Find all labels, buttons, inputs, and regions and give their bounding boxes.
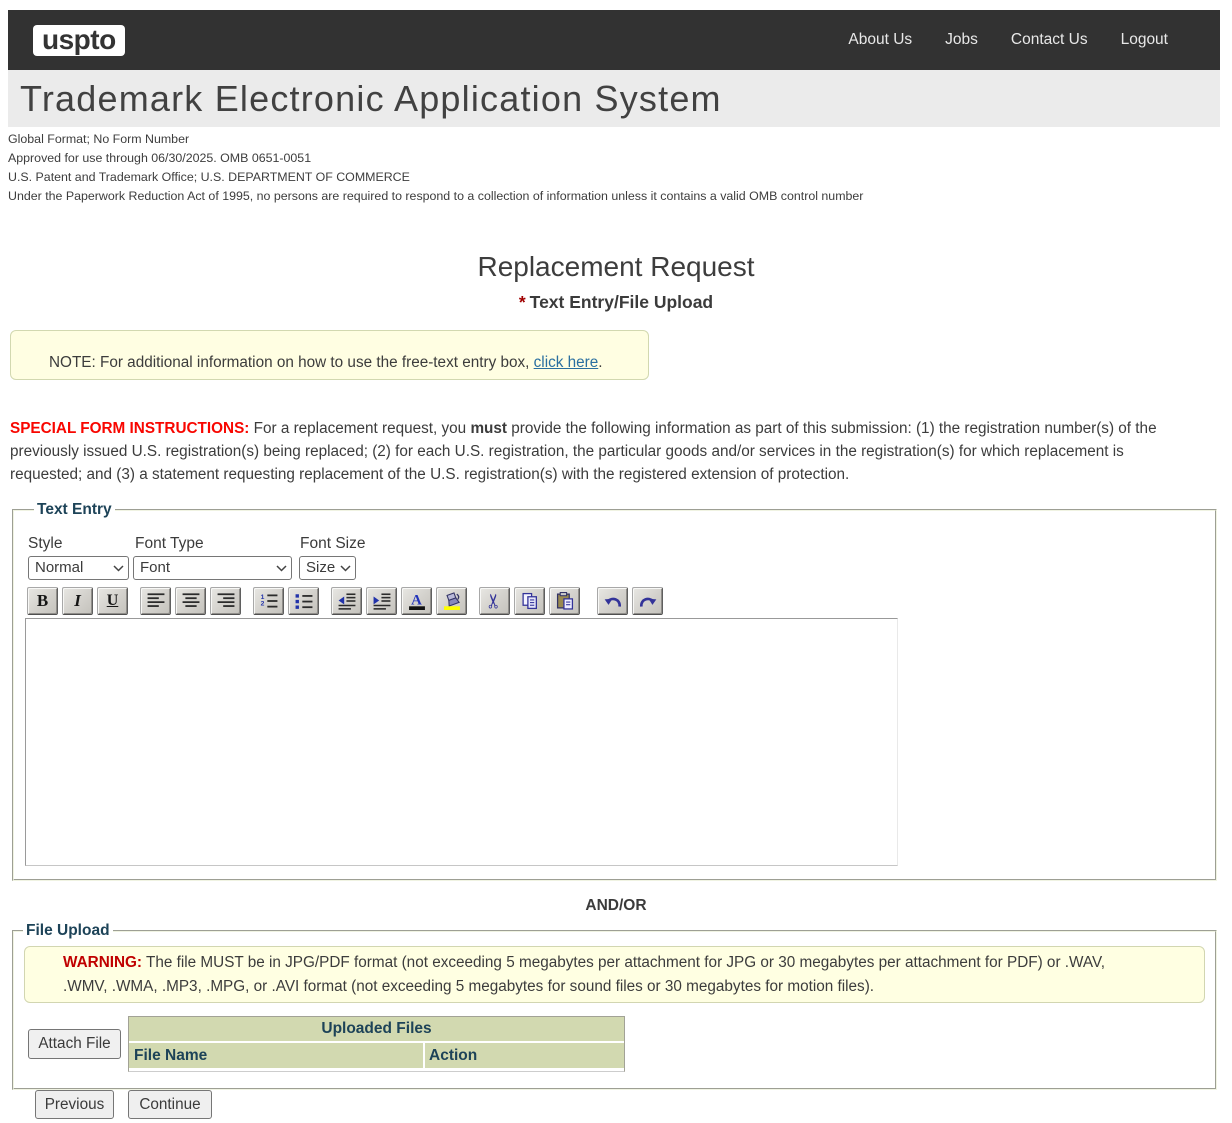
ordered-list-icon: 12 — [259, 592, 279, 610]
text-entry-fieldset: Text Entry StyleFont TypeFont Size Norma… — [12, 501, 1217, 881]
uspto-logo-text: uspto — [42, 24, 116, 56]
cut-icon: ✂ — [484, 593, 504, 610]
indent-button[interactable] — [366, 587, 397, 615]
page-subtitle-text: Text Entry/File Upload — [530, 292, 713, 312]
instructions-text-1: For a replacement request, you — [249, 420, 470, 437]
uploaded-files-header: Uploaded Files — [129, 1017, 624, 1041]
bold-button[interactable]: B — [27, 587, 58, 615]
font-size-label: Font Size — [300, 535, 365, 553]
bullet-list-button[interactable] — [288, 587, 319, 615]
paste-button[interactable] — [549, 587, 580, 615]
outdent-icon — [337, 592, 357, 610]
app-title: Trademark Electronic Application System — [8, 70, 1220, 120]
align-left-button[interactable] — [140, 587, 171, 615]
ordered-list-button[interactable]: 12 — [253, 587, 284, 615]
paste-icon — [555, 592, 575, 610]
align-left-icon — [146, 592, 166, 610]
meta-line-1: Global Format; No Form Number — [8, 130, 1232, 149]
editor-toolbar: B I U 12 A ✂ — [27, 587, 1215, 615]
indent-icon — [372, 592, 392, 610]
undo-button[interactable] — [597, 587, 628, 615]
align-right-icon — [216, 592, 236, 610]
warning-text: The file MUST be in JPG/PDF format (not … — [63, 954, 1105, 995]
special-instructions: SPECIAL FORM INSTRUCTIONS: For a replace… — [10, 417, 1178, 486]
file-upload-legend: File Upload — [23, 922, 113, 940]
note-text: NOTE: For additional information on how … — [49, 354, 534, 371]
top-navbar: uspto About Us Jobs Contact Us Logout — [8, 10, 1220, 70]
text-entry-legend: Text Entry — [34, 501, 115, 519]
copy-icon — [520, 592, 540, 610]
redo-button[interactable] — [632, 587, 663, 615]
andor-label: AND/OR — [0, 898, 1232, 914]
highlight-icon — [442, 592, 462, 610]
svg-text:2: 2 — [260, 601, 264, 608]
style-select[interactable]: Normal — [28, 556, 129, 580]
italic-icon: I — [74, 591, 81, 611]
page-title: Replacement Request — [0, 250, 1232, 283]
highlight-button[interactable] — [436, 587, 467, 615]
special-instructions-label: SPECIAL FORM INSTRUCTIONS: — [10, 420, 249, 437]
meta-line-3: U.S. Patent and Trademark Office; U.S. D… — [8, 168, 1232, 187]
nav-jobs[interactable]: Jobs — [945, 31, 978, 49]
nav-links: About Us Jobs Contact Us Logout — [848, 31, 1168, 49]
underline-button[interactable]: U — [97, 587, 128, 615]
form-actions: Previous Continue — [35, 1090, 1232, 1119]
file-upload-fieldset: File Upload WARNING: The file MUST be in… — [12, 922, 1217, 1090]
underline-icon: U — [107, 592, 119, 610]
undo-icon — [603, 592, 623, 610]
nav-contact-us[interactable]: Contact Us — [1011, 31, 1088, 49]
meta-line-4: Under the Paperwork Reduction Act of 199… — [8, 187, 1232, 206]
form-meta: Global Format; No Form Number Approved f… — [8, 130, 1232, 206]
font-color-button[interactable]: A — [401, 587, 432, 615]
click-here-link[interactable]: click here — [534, 354, 599, 371]
required-asterisk: * — [519, 292, 526, 312]
instructions-must: must — [470, 420, 507, 437]
warning-label: WARNING: — [63, 954, 142, 971]
title-band: Trademark Electronic Application System — [8, 70, 1220, 127]
uploaded-files-table: Uploaded Files File Name Action — [128, 1016, 625, 1072]
copy-button[interactable] — [514, 587, 545, 615]
bullet-list-icon — [294, 592, 314, 610]
redo-icon — [638, 592, 658, 610]
previous-button[interactable]: Previous — [35, 1090, 114, 1119]
outdent-button[interactable] — [331, 587, 362, 615]
font-size-select[interactable]: Size — [299, 556, 356, 580]
continue-button[interactable]: Continue — [128, 1090, 212, 1119]
font-type-select[interactable]: Font — [133, 556, 292, 580]
italic-button[interactable]: I — [62, 587, 93, 615]
free-text-entry-textarea[interactable] — [25, 618, 898, 866]
bold-icon: B — [37, 591, 48, 611]
meta-line-2: Approved for use through 06/30/2025. OMB… — [8, 149, 1232, 168]
cut-button[interactable]: ✂ — [479, 587, 510, 615]
attach-file-button[interactable]: Attach File — [28, 1029, 121, 1059]
note-box: NOTE: For additional information on how … — [10, 330, 649, 380]
editor-selects-row: Normal Font Size — [28, 556, 1215, 580]
style-label: Style — [28, 535, 135, 553]
font-color-icon: A — [407, 592, 427, 610]
page-subtitle: *Text Entry/File Upload — [0, 291, 1232, 313]
nav-about-us[interactable]: About Us — [848, 31, 912, 49]
align-right-button[interactable] — [210, 587, 241, 615]
file-name-column-header: File Name — [129, 1043, 423, 1068]
font-type-label: Font Type — [135, 535, 300, 553]
action-column-header: Action — [425, 1043, 624, 1068]
align-center-button[interactable] — [175, 587, 206, 615]
note-suffix: . — [598, 354, 602, 371]
warning-box: WARNING: The file MUST be in JPG/PDF for… — [24, 946, 1205, 1003]
uspto-logo[interactable]: uspto — [33, 25, 125, 56]
nav-logout[interactable]: Logout — [1121, 31, 1168, 49]
align-center-icon — [181, 592, 201, 610]
editor-labels-row: StyleFont TypeFont Size — [28, 535, 1215, 553]
